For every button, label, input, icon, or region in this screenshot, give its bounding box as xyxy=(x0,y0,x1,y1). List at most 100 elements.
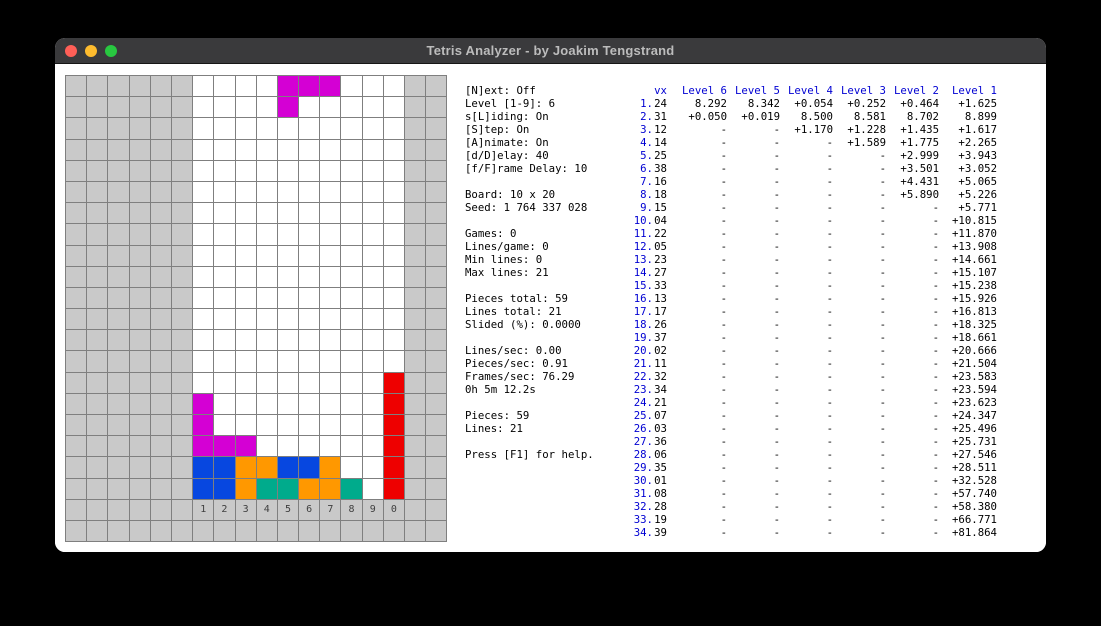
board-cell xyxy=(130,373,151,394)
row-value: - xyxy=(667,214,727,227)
board-cell xyxy=(384,224,405,245)
board-cell xyxy=(130,330,151,351)
row-value: 8.500 xyxy=(780,110,833,123)
board-cell xyxy=(151,479,172,500)
board-cell xyxy=(236,330,257,351)
row-value: - xyxy=(886,266,939,279)
board-cell xyxy=(341,140,362,161)
board-column-label: 9 xyxy=(363,500,384,521)
board-cell xyxy=(405,351,426,372)
board-cell xyxy=(151,161,172,182)
row-value: - xyxy=(833,448,886,461)
row-value: - xyxy=(780,331,833,344)
board-cell xyxy=(151,415,172,436)
table-row: 33.19-----+66.771 xyxy=(630,513,997,526)
board-cell xyxy=(426,288,447,309)
row-vx: 31 xyxy=(653,110,667,123)
row-vx: 06 xyxy=(653,448,667,461)
board-cell xyxy=(130,118,151,139)
row-value: - xyxy=(833,487,886,500)
row-value: +15.107 xyxy=(939,266,997,279)
board-cell xyxy=(130,479,151,500)
board-cell xyxy=(257,309,278,330)
row-value: +4.431 xyxy=(886,175,939,188)
table-row: 1.248.2928.342+0.054+0.252+0.464+1.625 xyxy=(630,97,997,110)
row-vx: 34 xyxy=(653,383,667,396)
board-cell xyxy=(278,309,299,330)
board-cell xyxy=(66,224,87,245)
board-cell xyxy=(320,457,341,478)
board-cell xyxy=(87,182,108,203)
row-value: +21.504 xyxy=(939,357,997,370)
board-cell xyxy=(278,415,299,436)
minimize-button[interactable] xyxy=(85,45,97,57)
table-row: 6.38----+3.501+3.052 xyxy=(630,162,997,175)
header-level: Level 5 xyxy=(727,84,780,97)
table-row: 32.28-----+58.380 xyxy=(630,500,997,513)
board-cell xyxy=(363,140,384,161)
table-row: 22.32-----+23.583 xyxy=(630,370,997,383)
row-value: - xyxy=(667,487,727,500)
board-cell xyxy=(405,373,426,394)
row-value: - xyxy=(780,318,833,331)
board-cell xyxy=(278,224,299,245)
board-cell xyxy=(426,457,447,478)
board-cell xyxy=(214,309,235,330)
row-value: +23.623 xyxy=(939,396,997,409)
board-cell xyxy=(130,161,151,182)
row-value: +5.771 xyxy=(939,201,997,214)
row-value: - xyxy=(727,487,780,500)
board-cell xyxy=(172,224,193,245)
board-cell xyxy=(405,309,426,330)
row-value: 8.581 xyxy=(833,110,886,123)
row-value: - xyxy=(833,357,886,370)
row-number: 21. xyxy=(630,357,653,370)
board-cell xyxy=(299,97,320,118)
board-cell xyxy=(299,309,320,330)
board-cell xyxy=(257,351,278,372)
board-cell xyxy=(66,415,87,436)
row-number: 10. xyxy=(630,214,653,227)
board-cell xyxy=(320,140,341,161)
header-vx: vx xyxy=(653,84,667,97)
board-cell xyxy=(151,140,172,161)
board-cell xyxy=(214,330,235,351)
board-cell xyxy=(193,76,214,97)
settings-line xyxy=(465,396,594,409)
close-button[interactable] xyxy=(65,45,77,57)
board-cell xyxy=(236,140,257,161)
board-cell xyxy=(66,267,87,288)
board-cell xyxy=(299,140,320,161)
row-value: - xyxy=(886,435,939,448)
board-cell xyxy=(257,161,278,182)
titlebar[interactable]: Tetris Analyzer - by Joakim Tengstrand xyxy=(55,38,1046,64)
board-cell xyxy=(193,521,214,542)
board-cell xyxy=(405,203,426,224)
board-cell xyxy=(172,118,193,139)
board-cell xyxy=(193,457,214,478)
row-number: 26. xyxy=(630,422,653,435)
board-cell xyxy=(278,203,299,224)
row-value: - xyxy=(886,513,939,526)
board-cell xyxy=(151,457,172,478)
board-cell xyxy=(87,224,108,245)
row-value: - xyxy=(780,526,833,539)
board-cell xyxy=(214,97,235,118)
row-value: - xyxy=(833,266,886,279)
row-value: - xyxy=(727,526,780,539)
table-row: 3.12--+1.170+1.228+1.435+1.617 xyxy=(630,123,997,136)
board-cell xyxy=(172,330,193,351)
row-value: - xyxy=(667,383,727,396)
row-value: +2.265 xyxy=(939,136,997,149)
board-cell xyxy=(341,479,362,500)
board-cell xyxy=(278,182,299,203)
zoom-button[interactable] xyxy=(105,45,117,57)
row-value: - xyxy=(886,279,939,292)
board-cell xyxy=(278,161,299,182)
row-value: - xyxy=(833,370,886,383)
row-value: - xyxy=(780,448,833,461)
board-cell xyxy=(108,267,129,288)
table-row: 12.05-----+13.908 xyxy=(630,240,997,253)
board-cell xyxy=(257,479,278,500)
row-value: +20.666 xyxy=(939,344,997,357)
